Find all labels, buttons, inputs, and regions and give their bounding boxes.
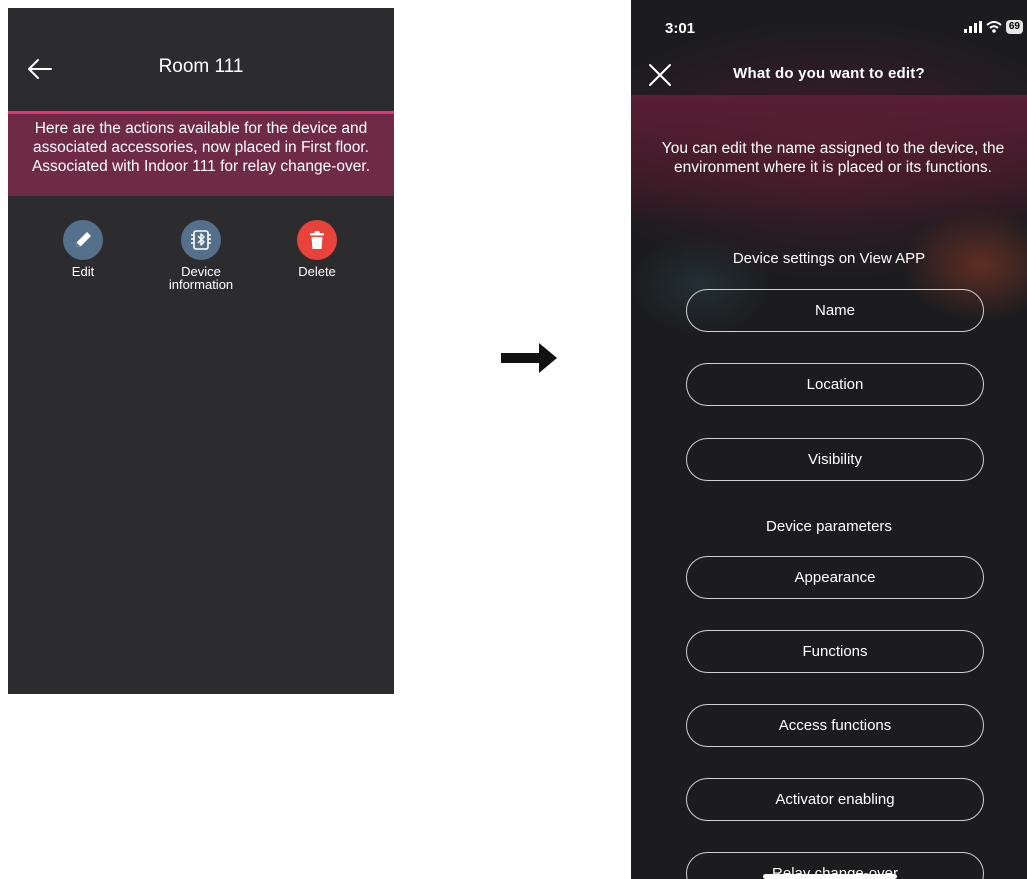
device-information-button[interactable]	[181, 220, 221, 260]
trash-icon	[310, 231, 324, 249]
device-information-action[interactable]: Device information	[151, 220, 251, 291]
edit-button[interactable]	[63, 220, 103, 260]
location-button[interactable]: Location	[686, 363, 984, 406]
bluetooth-chip-icon	[191, 230, 211, 250]
wifi-icon	[986, 21, 1002, 33]
status-time: 3:01	[665, 20, 696, 37]
pencil-icon	[76, 232, 91, 247]
section-heading-device-parameters: Device parameters	[766, 518, 892, 535]
battery-icon: 69	[1005, 20, 1023, 34]
section-heading-view-app: Device settings on View APP	[732, 250, 926, 267]
page-subtitle: You can edit the name assigned to the de…	[661, 140, 1005, 176]
info-banner: Here are the actions available for the d…	[8, 111, 394, 196]
delete-action[interactable]: Delete	[267, 220, 367, 278]
activator-enabling-button[interactable]: Activator enabling	[686, 778, 984, 821]
background-glow	[631, 0, 1027, 420]
right-screen: 3:01 69 What do you want to edit? You ca…	[631, 0, 1027, 879]
home-indicator	[763, 874, 897, 879]
edit-action[interactable]: Edit	[33, 220, 133, 278]
page-title: What do you want to edit?	[733, 65, 925, 82]
device-information-label: Device information	[168, 264, 234, 292]
visibility-button[interactable]: Visibility	[686, 438, 984, 481]
functions-button[interactable]: Functions	[686, 630, 984, 673]
appearance-button[interactable]: Appearance	[686, 556, 984, 599]
signal-icon	[963, 21, 982, 33]
page-title: Room 111	[158, 56, 244, 77]
status-icons: 69	[963, 20, 1023, 34]
access-functions-button[interactable]: Access functions	[686, 704, 984, 747]
edit-label: Edit	[71, 264, 95, 279]
left-screen: Room 111 Here are the actions available …	[8, 8, 394, 694]
transition-arrow-icon	[501, 342, 557, 379]
delete-button[interactable]	[297, 220, 337, 260]
name-button[interactable]: Name	[686, 289, 984, 332]
delete-label: Delete	[298, 264, 336, 279]
